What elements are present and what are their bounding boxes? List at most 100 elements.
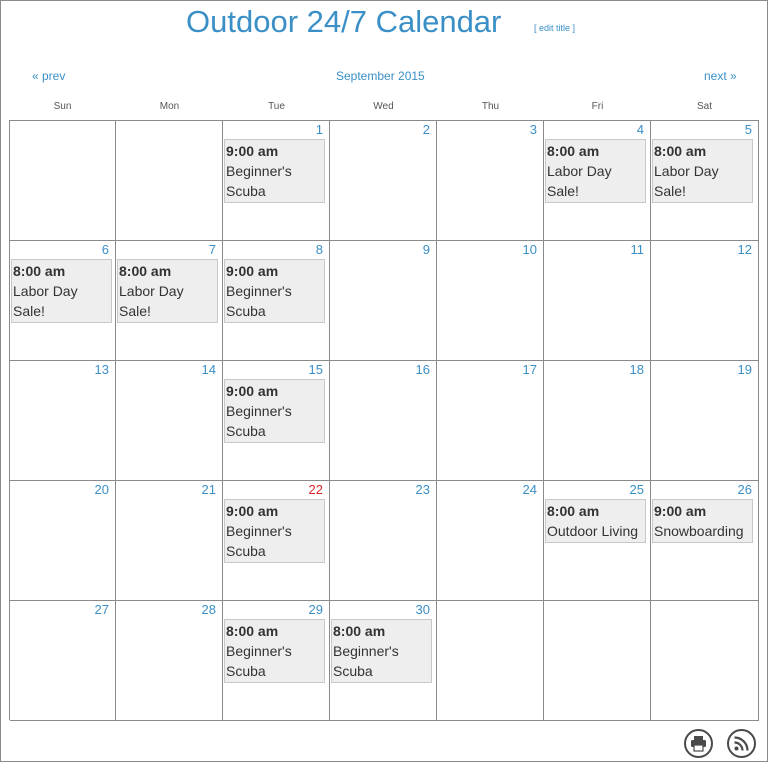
day-number[interactable]: 17 xyxy=(523,362,537,378)
event-item[interactable]: 8:00 am Outdoor Living xyxy=(545,499,646,543)
event-item[interactable]: 8:00 am Labor Day Sale! xyxy=(652,139,753,203)
event-item[interactable]: 8:00 am Beginner's Scuba xyxy=(331,619,432,683)
day-number[interactable]: 25 xyxy=(630,482,644,498)
day-number[interactable]: 24 xyxy=(523,482,537,498)
event-name: Beginner's Scuba xyxy=(226,403,292,439)
day-number[interactable]: 28 xyxy=(202,602,216,618)
event-item[interactable]: 9:00 am Beginner's Scuba xyxy=(224,499,325,563)
day-cell[interactable]: 24 xyxy=(437,481,544,601)
day-cell[interactable]: 6 8:00 am Labor Day Sale! xyxy=(10,241,116,361)
day-cell[interactable]: 11 xyxy=(544,241,651,361)
day-number[interactable]: 29 xyxy=(309,602,323,618)
day-cell[interactable]: 29 8:00 am Beginner's Scuba xyxy=(223,601,330,721)
printer-icon xyxy=(691,736,706,752)
day-cell[interactable]: 15 9:00 am Beginner's Scuba xyxy=(223,361,330,481)
day-cell[interactable]: 26 9:00 am Snowboarding xyxy=(651,481,759,601)
day-number[interactable]: 16 xyxy=(416,362,430,378)
day-cell[interactable]: 16 xyxy=(330,361,437,481)
day-cell[interactable] xyxy=(116,121,223,241)
day-number[interactable]: 20 xyxy=(95,482,109,498)
day-cell[interactable]: 8 9:00 am Beginner's Scuba xyxy=(223,241,330,361)
day-cell[interactable] xyxy=(437,601,544,721)
day-cell[interactable]: 14 xyxy=(116,361,223,481)
day-cell[interactable]: 30 8:00 am Beginner's Scuba xyxy=(330,601,437,721)
calendar-title: Outdoor 24/7 Calendar xyxy=(186,4,502,39)
event-item[interactable]: 8:00 am Labor Day Sale! xyxy=(117,259,218,323)
next-month-link[interactable]: next » xyxy=(704,68,737,84)
day-number[interactable]: 15 xyxy=(309,362,323,378)
today-day-number[interactable]: 22 xyxy=(309,482,323,498)
event-time: 9:00 am xyxy=(226,503,279,519)
weekday-tue: Tue xyxy=(268,101,285,112)
day-number[interactable]: 2 xyxy=(423,122,430,138)
day-number[interactable]: 10 xyxy=(523,242,537,258)
event-item[interactable]: 9:00 am Beginner's Scuba xyxy=(224,259,325,323)
day-number[interactable]: 30 xyxy=(416,602,430,618)
day-cell[interactable]: 13 xyxy=(10,361,116,481)
day-cell[interactable]: 25 8:00 am Outdoor Living xyxy=(544,481,651,601)
day-cell[interactable]: 4 8:00 am Labor Day Sale! xyxy=(544,121,651,241)
day-number[interactable]: 23 xyxy=(416,482,430,498)
event-item[interactable]: 8:00 am Labor Day Sale! xyxy=(545,139,646,203)
event-name: Beginner's Scuba xyxy=(333,643,399,679)
current-month-label: September 2015 xyxy=(336,69,425,83)
event-item[interactable]: 9:00 am Snowboarding xyxy=(652,499,753,543)
day-cell[interactable]: 7 8:00 am Labor Day Sale! xyxy=(116,241,223,361)
day-cell[interactable]: 10 xyxy=(437,241,544,361)
event-item[interactable]: 9:00 am Beginner's Scuba xyxy=(224,139,325,203)
day-number[interactable]: 14 xyxy=(202,362,216,378)
day-number[interactable]: 4 xyxy=(637,122,644,138)
day-number[interactable]: 9 xyxy=(423,242,430,258)
day-number[interactable]: 1 xyxy=(316,122,323,138)
day-cell[interactable]: 3 xyxy=(437,121,544,241)
day-number[interactable]: 19 xyxy=(738,362,752,378)
event-item[interactable]: 8:00 am Labor Day Sale! xyxy=(11,259,112,323)
rss-button[interactable] xyxy=(727,729,756,758)
day-cell[interactable] xyxy=(544,601,651,721)
event-time: 8:00 am xyxy=(333,623,386,639)
edit-title-link[interactable]: [ edit title ] xyxy=(534,23,575,33)
day-cell[interactable]: 5 8:00 am Labor Day Sale! xyxy=(651,121,759,241)
calendar-grid: 1 9:00 am Beginner's Scuba 2 3 4 8:00 am Labor … xyxy=(9,120,759,721)
weekday-header: Sun Mon Tue Wed Thu Fri Sat xyxy=(9,101,759,115)
day-number[interactable]: 6 xyxy=(102,242,109,258)
day-number[interactable]: 13 xyxy=(95,362,109,378)
day-cell[interactable]: 19 xyxy=(651,361,759,481)
day-number[interactable]: 7 xyxy=(209,242,216,258)
day-cell[interactable]: 17 xyxy=(437,361,544,481)
day-number[interactable]: 5 xyxy=(745,122,752,138)
day-number[interactable]: 27 xyxy=(95,602,109,618)
day-number[interactable]: 8 xyxy=(316,242,323,258)
day-cell[interactable]: 2 xyxy=(330,121,437,241)
day-cell[interactable]: 27 xyxy=(10,601,116,721)
event-time: 8:00 am xyxy=(547,143,600,159)
weekday-wed: Wed xyxy=(373,101,394,112)
print-button[interactable] xyxy=(684,729,713,758)
day-cell[interactable]: 22 9:00 am Beginner's Scuba xyxy=(223,481,330,601)
day-cell[interactable]: 28 xyxy=(116,601,223,721)
weekday-mon: Mon xyxy=(159,101,180,112)
event-item[interactable]: 9:00 am Beginner's Scuba xyxy=(224,379,325,443)
day-number[interactable]: 3 xyxy=(530,122,537,138)
day-cell[interactable]: 1 9:00 am Beginner's Scuba xyxy=(223,121,330,241)
day-number[interactable]: 21 xyxy=(202,482,216,498)
day-number[interactable]: 12 xyxy=(738,242,752,258)
event-time: 8:00 am xyxy=(13,263,66,279)
day-cell[interactable]: 20 xyxy=(10,481,116,601)
day-number[interactable]: 26 xyxy=(738,482,752,498)
day-number[interactable]: 11 xyxy=(631,242,645,258)
weekday-sat: Sat xyxy=(696,101,712,112)
prev-month-link[interactable]: « prev xyxy=(32,68,65,84)
day-number[interactable]: 18 xyxy=(630,362,644,378)
day-cell[interactable]: 9 xyxy=(330,241,437,361)
day-cell[interactable]: 12 xyxy=(651,241,759,361)
event-item[interactable]: 8:00 am Beginner's Scuba xyxy=(224,619,325,683)
day-cell[interactable]: 18 xyxy=(544,361,651,481)
day-cell[interactable] xyxy=(10,121,116,241)
day-cell[interactable] xyxy=(651,601,759,721)
weekday-sun: Sun xyxy=(53,101,72,112)
event-name: Snowboarding xyxy=(654,523,744,539)
day-cell[interactable]: 23 xyxy=(330,481,437,601)
day-cell[interactable]: 21 xyxy=(116,481,223,601)
calendar-frame: Outdoor 24/7 Calendar [ edit title ] « p… xyxy=(0,0,768,762)
